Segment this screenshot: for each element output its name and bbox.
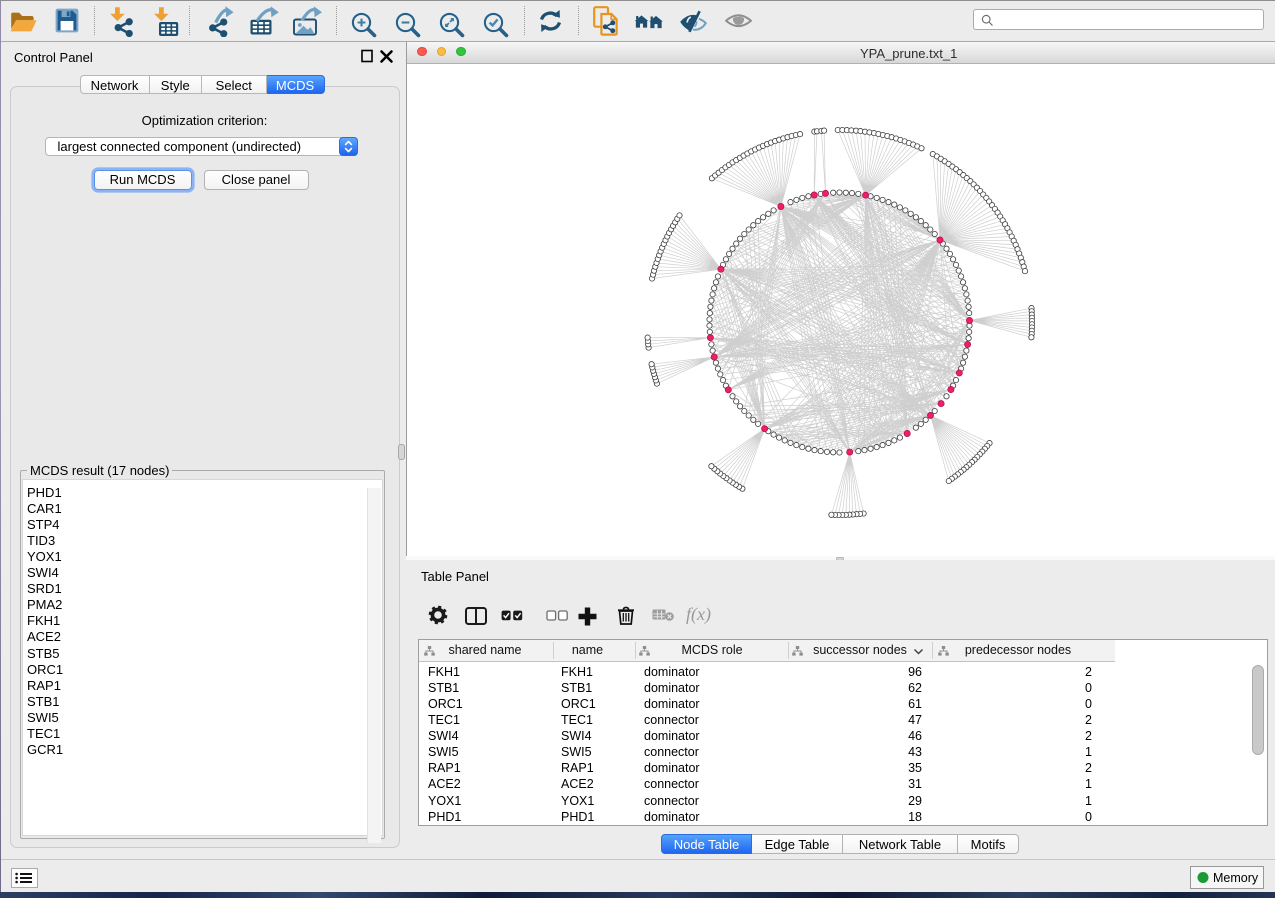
svg-text:Memory: Memory — [1213, 871, 1259, 885]
